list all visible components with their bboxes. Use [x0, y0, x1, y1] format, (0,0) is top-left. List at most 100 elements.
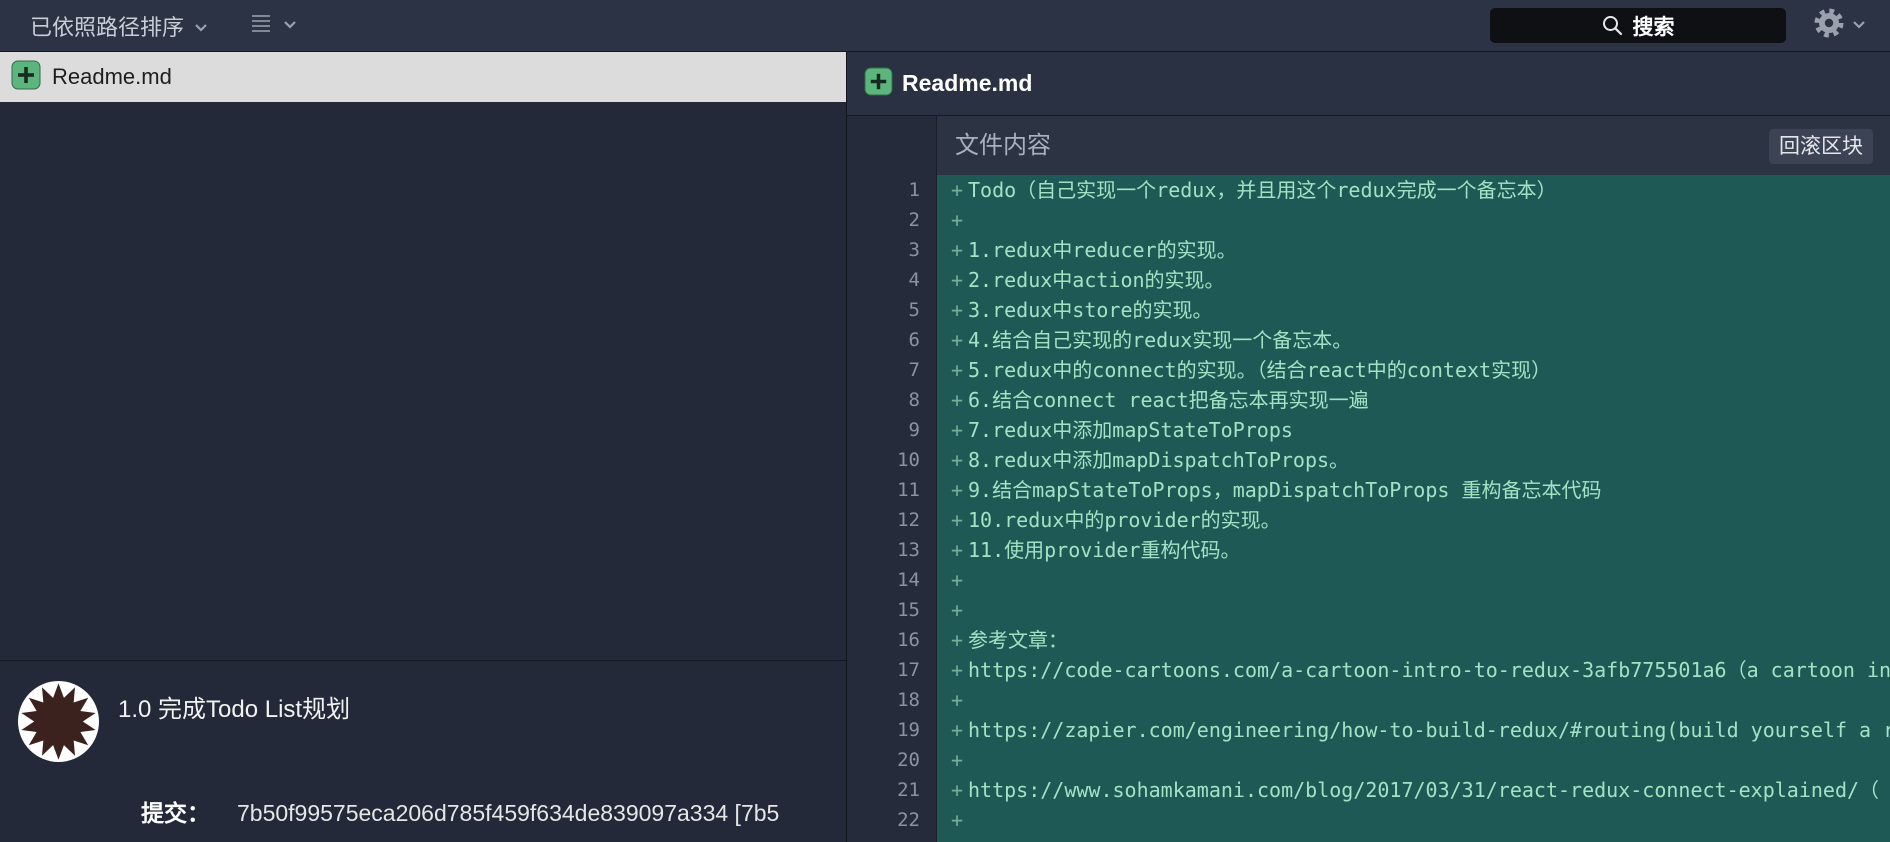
sort-mode-label: 已依照路径排序	[30, 14, 185, 40]
diff-line-content[interactable]: +8.redux中添加mapDispatchToProps。	[937, 445, 1890, 475]
diff-added-marker: +	[951, 628, 964, 652]
diff-line-content[interactable]: +6.结合connect react把备忘本再实现一遍	[937, 385, 1890, 415]
diff-added-marker: +	[951, 508, 964, 532]
list-icon	[251, 14, 271, 37]
diff-line-text: 2.redux中action的实现。	[968, 268, 1225, 292]
diff-line-content[interactable]: +	[937, 805, 1890, 835]
diff-line-text: 7.redux中添加mapStateToProps	[968, 418, 1293, 442]
diff-added-marker: +	[951, 538, 964, 562]
diff-line: 5 +3.redux中store的实现。	[847, 295, 1890, 325]
diff-added-marker: +	[951, 268, 964, 292]
diff-line-text: 参考文章：	[968, 628, 1068, 652]
diff-line-content[interactable]: +	[937, 745, 1890, 775]
diff-lines: 1 + Todo（自己实现一个redux，并且用这个redux完成一个备忘本） 2 +3…	[847, 175, 1890, 842]
diff-line-content[interactable]: + 参考文章：	[937, 625, 1890, 655]
diff-line-number: 17	[847, 655, 937, 685]
added-file-icon	[11, 60, 41, 95]
sort-mode-dropdown[interactable]: 已依照路径排序	[30, 0, 208, 51]
diff-line-content[interactable]: +1.redux中reducer的实现。	[937, 235, 1890, 265]
avatar	[18, 681, 99, 762]
commit-message: 1.0 完成Todo List规划	[118, 696, 351, 723]
diff-line: 12 +10.redux中的provider的实现。	[847, 505, 1890, 535]
discard-hunk-button[interactable]: 回滚区块	[1769, 129, 1873, 164]
diff-line-number: 10	[847, 445, 937, 475]
commit-hash[interactable]: 7b50f99575eca206d785f459f634de839097a334…	[237, 800, 779, 827]
diff-line: 9 +7.redux中添加mapStateToProps	[847, 415, 1890, 445]
toolbar: 已依照路径排序 搜索	[0, 0, 1890, 52]
diff-line-number: 3	[847, 235, 937, 265]
chevron-down-icon	[283, 17, 297, 35]
settings-dropdown[interactable]	[1814, 0, 1866, 51]
diff-line-content[interactable]: +7.redux中添加mapStateToProps	[937, 415, 1890, 445]
diff-line-text: 10.redux中的provider的实现。	[968, 508, 1281, 532]
diff-line-content[interactable]: + Todo（自己实现一个redux，并且用这个redux完成一个备忘本）	[937, 175, 1890, 205]
diff-line: 23 +	[847, 835, 1890, 842]
diff-line-content[interactable]: +2.redux中action的实现。	[937, 265, 1890, 295]
diff-line-text: 3.redux中store的实现。	[968, 298, 1213, 322]
view-mode-dropdown[interactable]	[251, 0, 297, 51]
diff-line: 6 +4.结合自己实现的redux实现一个备忘本。	[847, 325, 1890, 355]
diff-line: 10 +8.redux中添加mapDispatchToProps。	[847, 445, 1890, 475]
diff-line: 4 +2.redux中action的实现。	[847, 265, 1890, 295]
diff-added-marker: +	[951, 658, 964, 682]
diff-line: 22 +	[847, 805, 1890, 835]
diff-line-content[interactable]: +	[937, 835, 1890, 842]
diff-line: 14 +	[847, 565, 1890, 595]
diff-added-marker: +	[951, 178, 964, 202]
diff-pane: Readme.md 文件内容 回滚区块 1 + Todo（自己实现一个redux，并…	[847, 52, 1890, 842]
diff-line-number: 20	[847, 745, 937, 775]
file-list-pane: Readme.md 1.0 完成Todo List规划 提交： 7b50f995…	[0, 52, 847, 842]
diff-line-content[interactable]: + https://code-cartoons.com/a-cartoon-int…	[937, 655, 1890, 685]
diff-line-content[interactable]: +9.结合mapStateToProps，mapDispatchToProps …	[937, 475, 1890, 505]
diff-line: 15 +	[847, 595, 1890, 625]
diff-line-content[interactable]: + https://zapier.com/engineering/how-to-b…	[937, 715, 1890, 745]
commit-hash-row: 提交： 7b50f99575eca206d785f459f634de839097…	[141, 794, 779, 828]
diff-added-marker: +	[951, 238, 964, 262]
diff-line-number: 19	[847, 715, 937, 745]
diff-line-number: 16	[847, 625, 937, 655]
diff-line-content[interactable]: +	[937, 595, 1890, 625]
diff-added-marker: +	[951, 298, 964, 322]
diff-line-content[interactable]: +10.redux中的provider的实现。	[937, 505, 1890, 535]
diff-added-marker: +	[951, 388, 964, 412]
diff-line-text: https://zapier.com/engineering/how-to-bu…	[968, 718, 1890, 742]
diff-line: 17 + https://code-cartoons.com/a-cartoon-i…	[847, 655, 1890, 685]
diff-line: 1 + Todo（自己实现一个redux，并且用这个redux完成一个备忘本）	[847, 175, 1890, 205]
diff-line-content[interactable]: +	[937, 205, 1890, 235]
diff-line-number: 15	[847, 595, 937, 625]
diff-line-content[interactable]: +11.使用provider重构代码。	[937, 535, 1890, 565]
search-icon	[1602, 15, 1623, 36]
diff-line-number: 13	[847, 535, 937, 565]
diff-line-content[interactable]: + https://www.sohamkamani.com/blog/2017/0…	[937, 775, 1890, 805]
diff-line-content[interactable]: +	[937, 685, 1890, 715]
diff-line-text: 6.结合connect react把备忘本再实现一遍	[968, 388, 1369, 412]
diff-line-number: 23	[847, 835, 937, 842]
diff-added-marker: +	[951, 328, 964, 352]
file-list-item[interactable]: Readme.md	[0, 52, 846, 102]
diff-line-content[interactable]: +3.redux中store的实现。	[937, 295, 1890, 325]
diff-line-text: 1.redux中reducer的实现。	[968, 238, 1237, 262]
search-field[interactable]: 搜索	[1490, 8, 1786, 43]
diff-line-number: 8	[847, 385, 937, 415]
diff-added-marker: +	[951, 418, 964, 442]
diff-line-number: 22	[847, 805, 937, 835]
commit-details: 1.0 完成Todo List规划 提交： 7b50f99575eca206d7…	[0, 660, 846, 842]
diff-line: 18 +	[847, 685, 1890, 715]
diff-line: 16 + 参考文章：	[847, 625, 1890, 655]
diff-line-number: 11	[847, 475, 937, 505]
diff-added-marker: +	[951, 835, 968, 842]
diff-line-number: 12	[847, 505, 937, 535]
diff-line-content[interactable]: +	[937, 565, 1890, 595]
diff-line-number: 7	[847, 355, 937, 385]
diff-line: 8 +6.结合connect react把备忘本再实现一遍	[847, 385, 1890, 415]
added-file-icon	[864, 66, 893, 101]
hunk-title: 文件内容	[955, 132, 1051, 159]
diff-line-text: 5.redux中的connect的实现。（结合react中的context实现）	[968, 358, 1552, 382]
diff-line-content[interactable]: +5.redux中的connect的实现。（结合react中的context实现…	[937, 355, 1890, 385]
diff-hunk: 文件内容 回滚区块 1 + Todo（自己实现一个redux，并且用这个redux完…	[847, 116, 1890, 842]
diff-line-text: https://www.sohamkamani.com/blog/2017/03…	[968, 778, 1880, 802]
diff-line-number: 14	[847, 565, 937, 595]
diff-line-number: 4	[847, 265, 937, 295]
diff-line: 21 + https://www.sohamkamani.com/blog/2017…	[847, 775, 1890, 805]
diff-line-content[interactable]: +4.结合自己实现的redux实现一个备忘本。	[937, 325, 1890, 355]
